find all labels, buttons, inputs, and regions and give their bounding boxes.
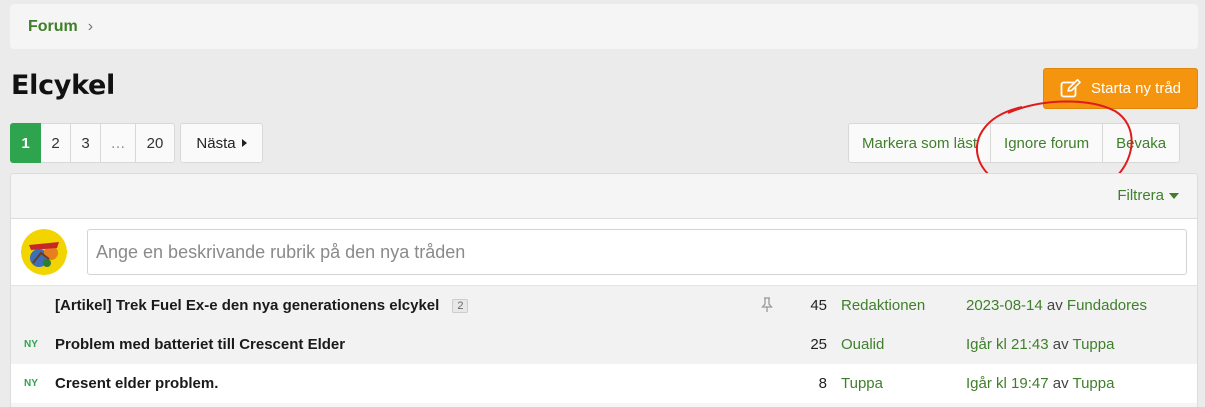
thread-author[interactable]: Tuppa [841,375,883,392]
last-post-date[interactable]: Igår kl 21:43 [966,336,1049,353]
last-post-user[interactable]: Tuppa [1072,336,1114,353]
last-post-user[interactable]: Fundadores [1067,297,1147,314]
last-post: Igår kl 21:43 av Tuppa [966,336,1114,353]
breadcrumb-forum-link[interactable]: Forum [28,18,78,36]
thread-row[interactable]: [Artikel] Trek Fuel Ex-e den nya generat… [11,286,1197,325]
next-page-button[interactable]: Nästa [180,123,263,163]
last-post-user[interactable]: Tuppa [1072,375,1114,392]
page-link-2[interactable]: 2 [41,123,71,163]
pagination: 1 2 3 … 20 [10,123,175,163]
caret-down-icon [1169,192,1179,199]
caret-right-icon [241,139,247,147]
last-post-by: av [1046,297,1063,314]
quick-thread-row [11,219,1197,286]
page-ellipsis[interactable]: … [101,123,136,163]
edit-icon [1060,78,1081,97]
thread-title-link[interactable]: [Artikel] Trek Fuel Ex-e den nya generat… [55,297,469,314]
thread-row[interactable]: NY Cresent elder problem. 8 Tuppa Igår k… [11,364,1197,403]
thread-list-panel: Filtrera [Artikel] Trek Fuel Ex-e den ny… [10,173,1198,407]
ignore-forum-button[interactable]: Ignore forum [990,124,1102,162]
reply-count: 45 [810,297,827,314]
last-post: 2023-08-14 av Fundadores [966,297,1147,314]
next-page-label: Nästa [196,134,236,152]
new-badge: NY [24,339,38,350]
breadcrumb: Forum › [10,4,1198,49]
forum-actions: Markera som läst Ignore forum Bevaka [848,123,1181,163]
thread-author[interactable]: Oualid [841,336,884,353]
last-post-by: av [1052,336,1069,353]
mark-read-button[interactable]: Markera som läst [849,124,990,162]
pin-icon [761,297,773,312]
last-post: Igår kl 19:47 av Tuppa [966,375,1114,392]
start-new-thread-button[interactable]: Starta ny tråd [1043,68,1198,109]
thread-title-input[interactable] [87,229,1187,275]
thread-title-link[interactable]: Problem med batteriet till Crescent Elde… [55,336,345,353]
last-post-date[interactable]: Igår kl 19:47 [966,375,1049,392]
page-link-3[interactable]: 3 [71,123,101,163]
breadcrumb-chevron-icon: › [87,17,94,35]
last-post-date[interactable]: 2023-08-14 [966,297,1043,314]
new-badge: NY [24,378,38,389]
watch-forum-button[interactable]: Bevaka [1102,124,1179,162]
reply-count: 25 [810,336,827,353]
thread-row[interactable]: NY Problem med batteriet till Crescent E… [11,325,1197,364]
page-title: Elcykel [11,70,116,101]
thread-title-text: [Artikel] Trek Fuel Ex-e den nya generat… [55,297,440,314]
start-new-thread-label: Starta ny tråd [1090,80,1182,97]
filter-dropdown[interactable]: Filtrera [1117,187,1179,204]
reply-count: 8 [818,375,827,392]
page-link-20[interactable]: 20 [136,123,175,163]
page-link-1[interactable]: 1 [10,123,41,163]
thread-title-link[interactable]: Cresent elder problem. [55,375,218,392]
filter-label: Filtrera [1117,187,1164,204]
filter-bar: Filtrera [11,174,1197,219]
user-avatar[interactable] [21,229,67,275]
thread-page-count[interactable]: 2 [452,299,469,313]
last-post-by: av [1052,375,1069,392]
thread-author[interactable]: Redaktionen [841,297,925,314]
